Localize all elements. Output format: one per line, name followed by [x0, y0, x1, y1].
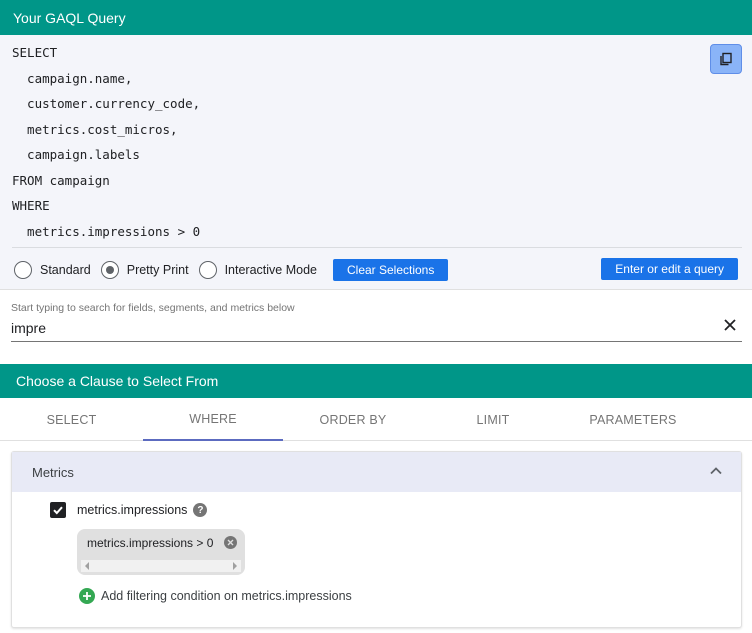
tab-limit[interactable]: LIMIT	[423, 398, 563, 441]
scroll-left-icon[interactable]	[85, 562, 89, 570]
query-line: campaign.name,	[12, 70, 133, 86]
clear-search-icon[interactable]	[722, 317, 738, 333]
condition-chip-label: metrics.impressions > 0	[87, 536, 214, 550]
scroll-right-icon[interactable]	[233, 562, 237, 570]
search-input[interactable]	[11, 318, 671, 338]
query-line: SELECT	[12, 45, 58, 60]
checkmark-icon	[53, 506, 63, 515]
query-line: FROM campaign	[12, 172, 110, 188]
radio-interactive-label: Interactive Mode	[224, 263, 317, 277]
query-header: Your GAQL Query	[0, 0, 752, 35]
field-label: metrics.impressions	[77, 503, 188, 517]
add-filter-label: Add filtering condition on metrics.impre…	[101, 589, 352, 603]
metrics-card: Metrics metrics.impressions ? metrics.im…	[11, 451, 742, 628]
search-area: Start typing to search for fields, segme…	[0, 289, 752, 361]
mode-selector: Standard Pretty Print Interactive Mode C…	[14, 257, 449, 283]
search-underline	[11, 341, 742, 342]
radio-interactive[interactable]	[198, 261, 217, 279]
query-code: SELECT campaign.name, customer.currency_…	[12, 40, 200, 244]
query-panel: SELECT campaign.name, customer.currency_…	[0, 35, 752, 289]
radio-pretty-print-label: Pretty Print	[126, 263, 189, 277]
tab-order-by[interactable]: ORDER BY	[283, 398, 423, 441]
enter-query-button[interactable]: Enter or edit a query	[601, 258, 738, 280]
radio-standard-label: Standard	[40, 263, 91, 277]
query-line: campaign.labels	[12, 147, 140, 162]
add-filter-condition[interactable]: Add filtering condition on metrics.impre…	[79, 588, 352, 604]
clause-tabs: SELECT WHERE ORDER BY LIMIT PARAMETERS	[0, 398, 752, 441]
radio-standard[interactable]	[14, 261, 32, 279]
query-divider	[12, 247, 742, 248]
metrics-section-title: Metrics	[32, 464, 74, 480]
condition-chip: metrics.impressions > 0	[77, 529, 245, 575]
query-header-title: Your GAQL Query	[13, 9, 126, 26]
tab-parameters[interactable]: PARAMETERS	[563, 398, 703, 441]
tab-where[interactable]: WHERE	[143, 398, 283, 441]
clear-selections-button[interactable]: Clear Selections	[332, 259, 449, 281]
copy-icon	[720, 52, 732, 66]
chip-scrollbar[interactable]	[81, 560, 241, 572]
help-icon[interactable]: ?	[193, 503, 208, 517]
query-line: WHERE	[12, 198, 50, 213]
field-row: metrics.impressions ?	[50, 502, 208, 518]
search-hint: Start typing to search for fields, segme…	[11, 302, 295, 314]
metrics-section-header[interactable]: Metrics	[12, 452, 741, 492]
clause-header-title: Choose a Clause to Select From	[16, 373, 219, 389]
add-circle-icon	[79, 588, 95, 604]
query-line: customer.currency_code,	[12, 96, 201, 111]
radio-pretty-print[interactable]	[100, 261, 119, 279]
remove-condition-icon[interactable]	[224, 536, 237, 549]
tab-select[interactable]: SELECT	[0, 398, 143, 441]
metrics-impressions-checkbox[interactable]	[50, 502, 66, 518]
clause-header: Choose a Clause to Select From	[0, 364, 752, 398]
chevron-up-icon	[710, 467, 722, 475]
copy-query-button[interactable]	[710, 44, 742, 74]
query-line: metrics.impressions > 0	[12, 223, 201, 239]
query-line: metrics.cost_micros,	[12, 121, 178, 137]
